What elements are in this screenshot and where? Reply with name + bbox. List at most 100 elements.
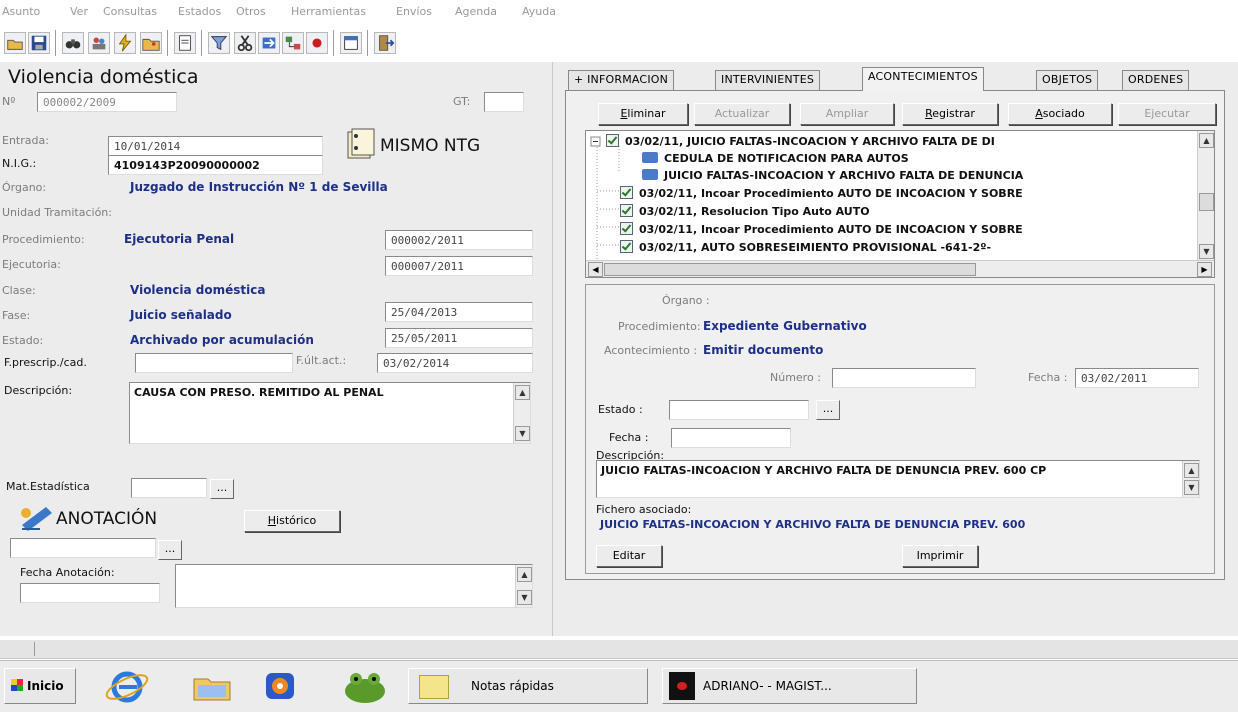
descripcion-scrollbar[interactable]: ▲ ▼ <box>513 383 530 443</box>
no-label: Nº <box>2 95 16 108</box>
toolbar <box>0 24 1238 62</box>
tab-acontecimientos[interactable]: ACONTECIMIENTOS <box>862 67 984 91</box>
detail-descripcion-textarea[interactable]: JUICIO FALTAS-INCOACION Y ARCHIVO FALTA … <box>596 460 1200 498</box>
events-tree[interactable]: 03/02/11, JUICIO FALTAS-INCOACION Y ARCH… <box>585 130 1215 278</box>
menu-otros[interactable]: Otros <box>236 5 266 18</box>
scroll-up-icon[interactable]: ▲ <box>515 385 530 400</box>
scroll-up-icon[interactable]: ▲ <box>1184 463 1199 478</box>
flow-icon[interactable] <box>282 32 304 54</box>
check-icon <box>620 204 633 217</box>
scroll-up-icon[interactable]: ▲ <box>517 567 532 582</box>
record-icon[interactable] <box>306 32 328 54</box>
taskbar-notas[interactable]: Notas rápidas <box>408 668 648 704</box>
asociado-button[interactable]: Asociado <box>1008 103 1112 125</box>
anotacion-browse-button[interactable]: ... <box>158 540 182 560</box>
menu-envios[interactable]: Envíos <box>396 5 432 18</box>
lightning-icon[interactable] <box>114 32 136 54</box>
detail-estado-field[interactable] <box>669 400 809 420</box>
scroll-thumb[interactable] <box>604 263 976 276</box>
procedimiento-number-field[interactable]: 000002/2011 <box>385 230 533 250</box>
document-icon[interactable] <box>174 32 196 54</box>
fultact-label: F.últ.act.: <box>296 354 347 367</box>
matest-field[interactable] <box>131 478 207 498</box>
folder-user-icon[interactable] <box>140 32 162 54</box>
media-icon[interactable] <box>262 669 298 703</box>
menu-ayuda[interactable]: Ayuda <box>522 5 556 18</box>
open-icon[interactable] <box>4 32 26 54</box>
fprescrip-field[interactable] <box>135 353 293 373</box>
tab-informacion[interactable]: + INFORMACION <box>568 70 675 90</box>
window-icon[interactable] <box>340 32 362 54</box>
funnel-icon[interactable] <box>208 32 230 54</box>
tab-objetos[interactable]: OBJETOS <box>1036 70 1099 90</box>
anotacion-scrollbar[interactable]: ▲ ▼ <box>515 565 532 607</box>
estado-date-field[interactable]: 25/05/2011 <box>385 328 533 348</box>
transfer-icon[interactable] <box>258 32 280 54</box>
tree-item[interactable]: 03/02/11, Incoar Procedimiento AUTO DE I… <box>620 186 1023 200</box>
exit-icon[interactable] <box>374 32 396 54</box>
ejecutar-button[interactable]: Ejecutar <box>1118 103 1216 125</box>
scroll-thumb[interactable] <box>1199 193 1214 211</box>
binoculars-icon[interactable] <box>62 32 84 54</box>
scroll-down-icon[interactable]: ▼ <box>1199 244 1214 259</box>
anotacion-field[interactable] <box>10 538 156 558</box>
detail-descripcion-scrollbar[interactable]: ▲ ▼ <box>1182 461 1199 497</box>
taskbar: Inicio Notas rápidas ADRIANO- - MAGIST..… <box>0 660 1238 712</box>
menu-agenda[interactable]: Agenda <box>455 5 497 18</box>
ampliar-button[interactable]: Ampliar <box>800 103 894 125</box>
case-number-field[interactable]: 000002/2009 <box>37 92 177 112</box>
ie-icon[interactable] <box>103 667 151 705</box>
nig-field[interactable]: 4109143P20090000002 <box>108 155 323 175</box>
menu-consultas[interactable]: Consultas <box>103 5 157 18</box>
fultact-field[interactable]: 03/02/2014 <box>377 353 533 373</box>
registrar-button[interactable]: Registrar <box>902 103 998 125</box>
users-icon[interactable] <box>88 32 110 54</box>
detail-fecha2-field[interactable] <box>671 428 791 448</box>
scroll-right-icon[interactable]: ▶ <box>1197 262 1212 277</box>
imprimir-button[interactable]: Imprimir <box>902 545 978 567</box>
tab-intervinientes[interactable]: INTERVINIENTES <box>715 70 821 90</box>
taskbar-adriano[interactable]: ADRIANO- - MAGIST... <box>662 668 917 704</box>
document-link-icon <box>642 152 658 163</box>
historico-button[interactable]: Histórico <box>244 510 340 532</box>
menu-herramientas[interactable]: Herramientas <box>291 5 366 18</box>
editar-button[interactable]: Editar <box>596 545 662 567</box>
scroll-down-icon[interactable]: ▼ <box>517 590 532 605</box>
tree-item[interactable]: JUICIO FALTAS-INCOACION Y ARCHIVO FALTA … <box>642 169 1023 182</box>
menu-ver[interactable]: Ver <box>70 5 88 18</box>
detail-acontecimiento-value: Emitir documento <box>703 343 824 357</box>
frog-icon[interactable] <box>338 665 392 707</box>
tree-item[interactable]: 03/02/11, Resolucion Tipo Auto AUTO <box>620 204 870 218</box>
actualizar-button[interactable]: Actualizar <box>694 103 790 125</box>
fecha-anotacion-field[interactable] <box>20 583 160 603</box>
tree-item[interactable]: 03/02/11, JUICIO FALTAS-INCOACION Y ARCH… <box>606 134 995 148</box>
fase-date-field[interactable]: 25/04/2013 <box>385 302 533 322</box>
explorer-icon[interactable] <box>188 667 236 705</box>
tree-hscrollbar[interactable]: ◀ ▶ <box>586 260 1214 277</box>
fichero-value[interactable]: JUICIO FALTAS-INCOACION Y ARCHIVO FALTA … <box>600 518 1025 531</box>
scroll-down-icon[interactable]: ▼ <box>515 426 530 441</box>
gt-field[interactable] <box>484 92 524 112</box>
scroll-down-icon[interactable]: ▼ <box>1184 480 1199 495</box>
menu-asunto[interactable]: Asunto <box>2 5 40 18</box>
tree-item[interactable]: 03/02/11, AUTO SOBRESEIMIENTO PROVISIONA… <box>620 240 991 254</box>
ejecutoria-number-field[interactable]: 000007/2011 <box>385 256 533 276</box>
scroll-up-icon[interactable]: ▲ <box>1199 133 1214 148</box>
detail-fecha-field[interactable]: 03/02/2011 <box>1075 368 1199 388</box>
matest-browse-button[interactable]: ... <box>210 479 234 499</box>
tree-item[interactable]: 03/02/11, Incoar Procedimiento AUTO DE I… <box>620 222 1023 236</box>
detail-estado-browse-button[interactable]: ... <box>816 400 840 420</box>
save-icon[interactable] <box>28 32 50 54</box>
detail-numero-field[interactable] <box>832 368 976 388</box>
scroll-left-icon[interactable]: ◀ <box>588 262 603 277</box>
menu-estados[interactable]: Estados <box>178 5 221 18</box>
entrada-field[interactable]: 10/01/2014 <box>108 136 323 156</box>
tab-ordenes[interactable]: ORDENES <box>1122 70 1190 90</box>
tree-vscrollbar[interactable]: ▲ ▼ <box>1197 131 1214 261</box>
start-button[interactable]: Inicio <box>4 668 76 704</box>
descripcion-textarea[interactable]: CAUSA CON PRESO. REMITIDO AL PENAL ▲ ▼ <box>129 382 531 444</box>
cut-icon[interactable] <box>234 32 256 54</box>
tree-item[interactable]: CEDULA DE NOTIFICACION PARA AUTOS <box>642 152 909 165</box>
anotacion-textarea[interactable]: ▲ ▼ <box>175 564 533 608</box>
eliminar-button[interactable]: Eliminar <box>598 103 688 125</box>
